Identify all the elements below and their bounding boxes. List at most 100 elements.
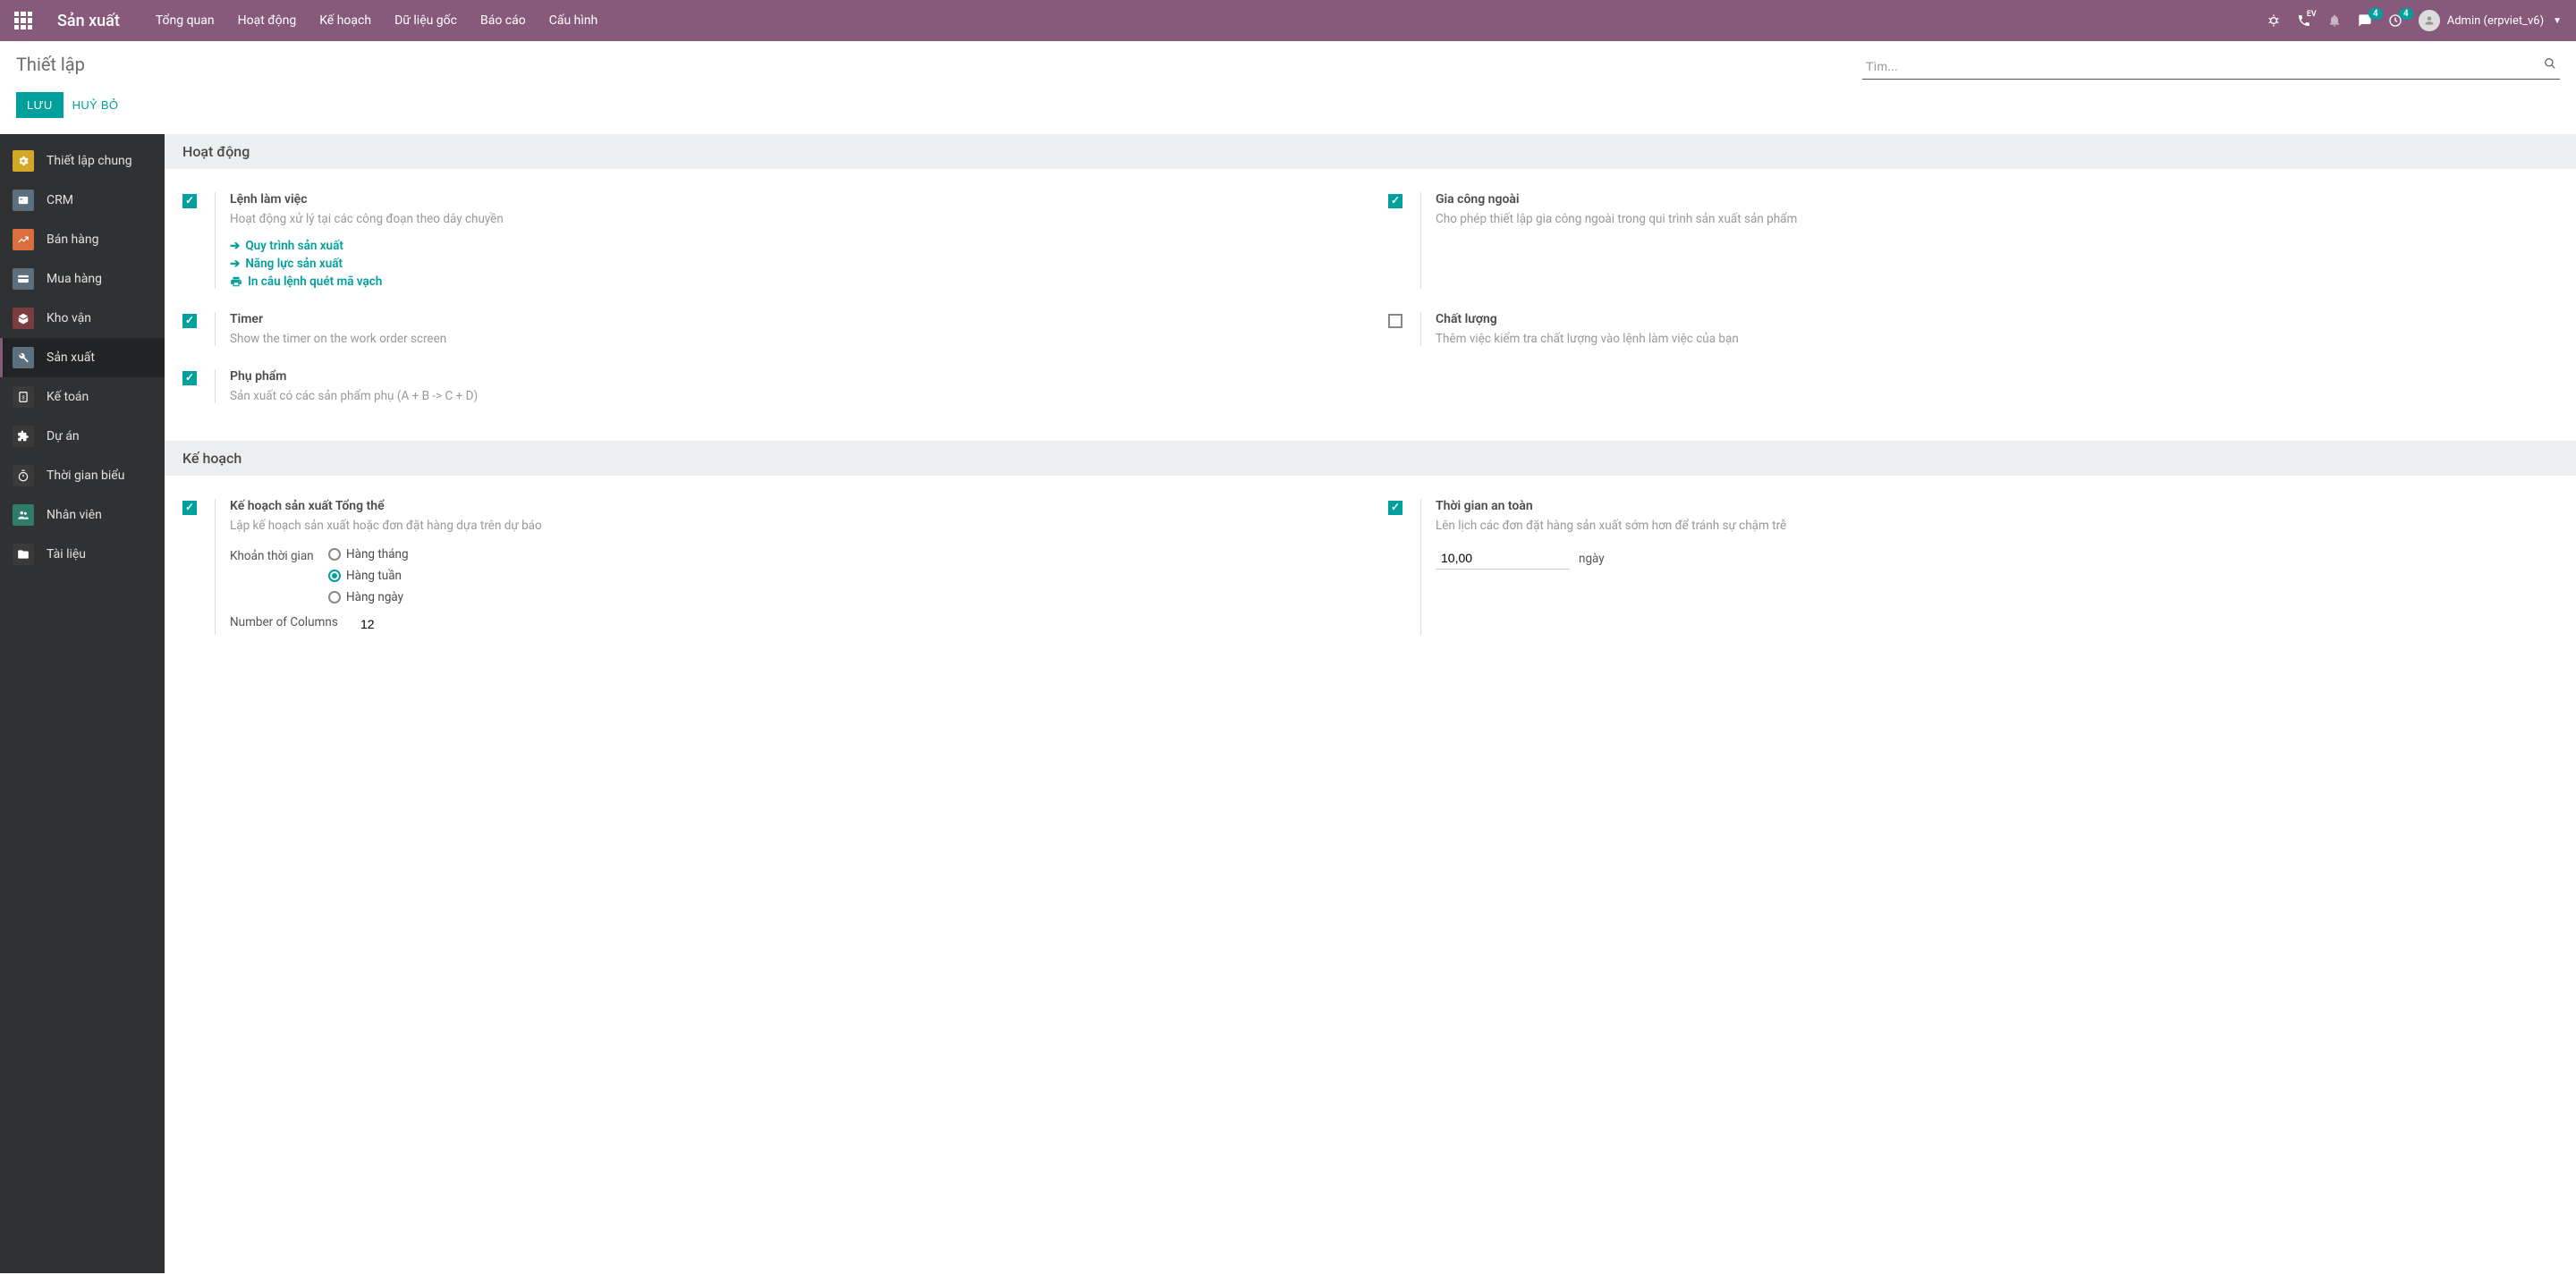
folder-icon	[13, 544, 34, 565]
credit-icon	[13, 268, 34, 290]
messages-badge: 4	[2368, 8, 2383, 20]
sidebar-item-1[interactable]: CRM	[0, 181, 165, 220]
radio-period-1[interactable]: Hàng tuần	[328, 569, 409, 583]
work-orders-title: Lệnh làm việc	[230, 192, 1352, 207]
timer-desc: Show the timer on the work order screen	[230, 332, 1352, 346]
quality-desc: Thêm việc kiểm tra chất lượng vào lệnh l…	[1436, 332, 2558, 346]
sidebar-item-label: Thời gian biểu	[47, 469, 124, 483]
action-row: LƯU HUỶ BỎ	[0, 80, 2576, 134]
link-print-barcode[interactable]: In câu lệnh quét mã vạch	[230, 274, 1352, 289]
phone-icon[interactable]: EV	[2297, 13, 2311, 28]
byproduct-title: Phụ phẩm	[230, 369, 1352, 384]
checkbox-work-orders[interactable]	[182, 194, 197, 208]
period-label: Khoản thời gian	[230, 547, 319, 563]
checkbox-subcontract[interactable]	[1388, 194, 1402, 208]
sidebar-item-9[interactable]: Nhân viên	[0, 495, 165, 535]
people-icon	[13, 504, 34, 526]
avatar-icon	[2419, 10, 2440, 31]
sidebar-item-3[interactable]: Mua hàng	[0, 259, 165, 299]
top-menu: Tổng quan Hoạt động Kế hoạch Dữ liệu gốc…	[156, 13, 2267, 28]
radio-period-0[interactable]: Hàng tháng	[328, 547, 409, 562]
sidebar-item-4[interactable]: Kho vận	[0, 299, 165, 338]
sidebar-item-label: Bán hàng	[47, 232, 98, 247]
topmenu-overview[interactable]: Tổng quan	[156, 13, 215, 28]
user-name: Admin (erpviet_v6)	[2447, 14, 2544, 28]
cols-label: Number of Columns	[230, 613, 346, 629]
subheader: Thiết lập	[0, 41, 2576, 80]
puzzle-icon	[13, 426, 34, 447]
search-icon[interactable]	[2544, 57, 2556, 70]
radio-label: Hàng ngày	[346, 590, 403, 604]
card-icon	[13, 190, 34, 211]
search-input[interactable]	[1862, 54, 2560, 80]
radio-icon	[328, 548, 341, 561]
safety-unit: ngày	[1579, 552, 1605, 566]
link-capacity[interactable]: ➔Năng lực sản xuất	[230, 257, 1352, 271]
clock-icon[interactable]: 4	[2388, 13, 2402, 28]
top-nav: Sản xuất Tổng quan Hoạt động Kế hoạch Dữ…	[0, 0, 2576, 41]
sidebar-item-7[interactable]: Dự án	[0, 417, 165, 456]
checkbox-mps[interactable]	[182, 501, 197, 515]
save-button[interactable]: LƯU	[16, 92, 64, 118]
sidebar-item-5[interactable]: Sản xuất	[0, 338, 165, 377]
checkbox-timer[interactable]	[182, 314, 197, 328]
section-header-plan: Kế hoạch	[165, 441, 2576, 476]
main: Hoạt động Lệnh làm việc Hoạt động xử lý …	[165, 134, 2576, 1273]
bug-icon[interactable]	[2267, 13, 2281, 28]
setting-quality: Chất lượng Thêm việc kiểm tra chất lượng…	[1388, 305, 2558, 362]
timer-title: Timer	[230, 312, 1352, 326]
sidebar-item-label: Nhân viên	[47, 508, 102, 522]
discard-button[interactable]: HUỶ BỎ	[72, 98, 119, 112]
doc-icon: $	[13, 386, 34, 408]
checkbox-byproduct[interactable]	[182, 371, 197, 385]
radio-icon	[328, 591, 341, 604]
checkbox-quality[interactable]	[1388, 314, 1402, 328]
plan-grid: Kế hoạch sản xuất Tổng thể Lập kế hoạch …	[165, 476, 2576, 672]
topmenu-activity[interactable]: Hoạt động	[238, 13, 297, 28]
activity-grid: Lệnh làm việc Hoạt động xử lý tại các cô…	[165, 169, 2576, 441]
sidebar-item-0[interactable]: Thiết lập chung	[0, 141, 165, 181]
sidebar-item-2[interactable]: Bán hàng	[0, 220, 165, 259]
sidebar-item-8[interactable]: Thời gian biểu	[0, 456, 165, 495]
user-menu[interactable]: Admin (erpviet_v6) ▼	[2419, 10, 2562, 31]
wrench-icon	[13, 347, 34, 368]
safety-days-input[interactable]	[1436, 547, 1570, 570]
byproduct-desc: Sản xuất có các sản phẩm phụ (A + B -> C…	[230, 389, 1352, 403]
gear-icon	[13, 150, 34, 172]
work-orders-desc: Hoạt động xử lý tại các công đoạn theo d…	[230, 212, 1352, 226]
sidebar: Thiết lập chung CRM Bán hàng Mua hàng Kho vậ…	[0, 134, 165, 1273]
sidebar-item-label: CRM	[47, 193, 73, 207]
caret-down-icon: ▼	[2553, 16, 2562, 26]
layout: Thiết lập chung CRM Bán hàng Mua hàng Kho vậ…	[0, 134, 2576, 1273]
period-radios: Hàng tháng Hàng tuần Hàng ngày	[328, 547, 409, 604]
link-routing[interactable]: ➔Quy trình sản xuất	[230, 239, 1352, 253]
clock-badge: 4	[2399, 8, 2413, 20]
sidebar-item-6[interactable]: $ Kế toán	[0, 377, 165, 417]
section-header-activity: Hoạt động	[165, 134, 2576, 169]
search-wrap	[1862, 54, 2560, 80]
radio-period-2[interactable]: Hàng ngày	[328, 590, 409, 604]
radio-icon	[328, 570, 341, 582]
topmenu-masterdata[interactable]: Dữ liệu gốc	[394, 13, 457, 28]
sidebar-item-label: Sản xuất	[47, 350, 95, 365]
quality-title: Chất lượng	[1436, 312, 2558, 326]
radio-label: Hàng tuần	[346, 569, 402, 583]
subcontract-title: Gia công ngoài	[1436, 192, 2558, 207]
arrow-right-icon: ➔	[230, 239, 240, 253]
cols-input[interactable]	[355, 613, 409, 635]
apps-launcher-icon[interactable]	[14, 12, 32, 30]
sidebar-item-label: Thiết lập chung	[47, 154, 132, 168]
radio-label: Hàng tháng	[346, 547, 409, 562]
checkbox-safety[interactable]	[1388, 501, 1402, 515]
topmenu-config[interactable]: Cấu hình	[549, 13, 598, 28]
topmenu-plan[interactable]: Kế hoạch	[319, 13, 371, 28]
messages-icon[interactable]: 4	[2358, 13, 2372, 28]
setting-work-orders: Lệnh làm việc Hoạt động xử lý tại các cô…	[182, 185, 1352, 305]
sidebar-item-label: Mua hàng	[47, 272, 102, 286]
bell-icon[interactable]	[2327, 13, 2342, 28]
topmenu-report[interactable]: Báo cáo	[480, 13, 526, 28]
setting-byproduct: Phụ phẩm Sản xuất có các sản phẩm phụ (A…	[182, 362, 1352, 419]
sidebar-item-10[interactable]: Tài liệu	[0, 535, 165, 574]
sidebar-item-label: Kế toán	[47, 390, 89, 404]
safety-title: Thời gian an toàn	[1436, 499, 2558, 513]
